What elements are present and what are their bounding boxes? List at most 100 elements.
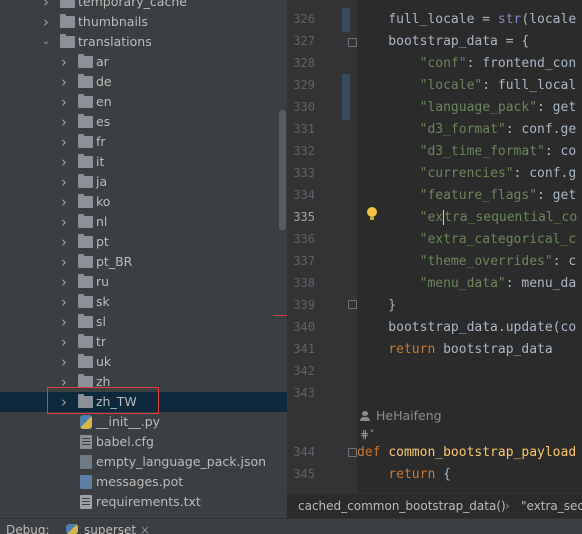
text-file-icon [80, 495, 92, 509]
line-number: 329 [293, 78, 315, 92]
folder-icon [78, 274, 93, 288]
folder-icon [78, 354, 93, 368]
user-icon [360, 411, 370, 421]
tree-folder-sl[interactable]: › sl [0, 312, 287, 332]
selection-annotation-box [47, 387, 159, 414]
tree-item-label: en [96, 94, 112, 109]
tree-folder-de[interactable]: › de [0, 72, 287, 92]
author-name: HeHaifeng [376, 408, 442, 423]
fold-collapse-icon[interactable] [348, 448, 357, 457]
chevron-down-icon[interactable]: ⌄ [40, 32, 52, 52]
chevron-right-icon[interactable]: › [58, 92, 70, 112]
chevron-right-icon[interactable]: › [58, 292, 70, 312]
tree-folder-uk[interactable]: › uk [0, 352, 287, 372]
tree-folder-pt-br[interactable]: › pt_BR [0, 252, 287, 272]
tree-item-label: __init__.py [96, 414, 161, 429]
fold-collapse-icon[interactable] [348, 300, 357, 309]
chevron-right-icon[interactable]: › [58, 312, 70, 332]
tree-file[interactable]: __init__.py [0, 412, 287, 432]
line-number: 330 [293, 100, 315, 114]
chevron-right-icon[interactable]: › [58, 352, 70, 372]
tree-item-label: fr [96, 134, 106, 149]
tree-folder-it[interactable]: › it [0, 152, 287, 172]
project-tree-scrollbar[interactable] [279, 110, 286, 230]
tree-folder-nl[interactable]: › nl [0, 212, 287, 232]
tree-item-label: thumbnails [78, 14, 148, 29]
tree-folder-fr[interactable]: › fr [0, 132, 287, 152]
line-number: 334 [293, 188, 315, 202]
code-line: full_locale = str(locale [357, 12, 577, 27]
tree-folder-thumbnails[interactable]: › thumbnails [0, 12, 287, 32]
tree-item-label: ar [96, 54, 109, 69]
tree-item-label: ru [96, 274, 110, 289]
tree-folder-translations[interactable]: ⌄ translations [0, 32, 287, 52]
fold-collapse-icon[interactable] [348, 38, 357, 47]
chevron-right-icon[interactable]: › [58, 212, 70, 232]
tree-file[interactable]: empty_language_pack.json [0, 452, 287, 472]
code-line: "menu_data": menu_da [419, 276, 577, 291]
chevron-right-icon[interactable]: › [58, 192, 70, 212]
chevron-right-icon[interactable]: › [58, 172, 70, 192]
tree-folder-pt[interactable]: › pt [0, 232, 287, 252]
usages-icon[interactable]: ⋕˅ [360, 428, 376, 442]
folder-icon [78, 334, 93, 348]
folder-icon [78, 134, 93, 148]
chevron-right-icon[interactable]: › [58, 232, 70, 252]
tree-item-label: babel.cfg [96, 434, 154, 449]
tree-folder-es[interactable]: › es [0, 112, 287, 132]
tree-item-label: nl [96, 214, 108, 229]
tree-item-label: translations [78, 34, 152, 49]
tree-item-label: sk [96, 294, 110, 309]
chevron-right-icon[interactable]: › [58, 52, 70, 72]
chevron-right-icon[interactable]: › [58, 72, 70, 92]
chevron-right-icon[interactable]: › [40, 12, 52, 32]
tree-folder-sk[interactable]: › sk [0, 292, 287, 312]
tree-folder-ar[interactable]: › ar [0, 52, 287, 72]
code-line: "locale": full_local [419, 78, 577, 93]
code-line: } [357, 298, 397, 313]
tree-file[interactable]: babel.cfg [0, 432, 287, 452]
code-line: return bootstrap_data [388, 342, 553, 357]
chevron-right-icon[interactable]: › [40, 0, 52, 12]
line-number: 339 [293, 298, 315, 312]
breadcrumb-item-key[interactable]: "extra_seq [521, 494, 582, 518]
line-number: 336 [293, 232, 315, 246]
folder-icon [60, 0, 75, 8]
breadcrumb: cached_common_bootstrap_data() › "extra_… [287, 493, 582, 519]
code-line: "d3_time_format": co [419, 144, 577, 159]
chevron-right-icon[interactable]: › [58, 332, 70, 352]
chevron-right-icon[interactable]: › [58, 272, 70, 292]
line-number: 326 [293, 12, 315, 26]
tree-folder-tr[interactable]: › tr [0, 332, 287, 352]
pot-file-icon [80, 475, 92, 489]
folder-icon [78, 54, 93, 68]
chevron-right-icon[interactable]: › [58, 252, 70, 272]
folder-icon [78, 234, 93, 248]
tree-file[interactable]: requirements.txt [0, 492, 287, 512]
chevron-right-icon[interactable]: › [58, 112, 70, 132]
code-line: def common_bootstrap_payload [357, 445, 577, 460]
code-line: "language_pack": get [419, 100, 577, 115]
tree-file[interactable]: messages.pot [0, 472, 287, 492]
tree-item-label: de [96, 74, 112, 89]
line-number: 345 [293, 467, 315, 481]
folder-icon [78, 254, 93, 268]
tree-item-label: tr [96, 334, 107, 349]
tree-folder-ru[interactable]: › ru [0, 272, 287, 292]
chevron-right-icon[interactable]: › [58, 152, 70, 172]
tree-folder-ja[interactable]: › ja [0, 172, 287, 192]
chevron-right-icon[interactable]: › [58, 132, 70, 152]
tree-folder-en[interactable]: › en [0, 92, 287, 112]
tree-folder-temporary-cache[interactable]: › temporary_cache [0, 0, 287, 12]
tree-folder-ko[interactable]: › ko [0, 192, 287, 212]
folder-icon [78, 294, 93, 308]
tree-item-label: pt [96, 234, 109, 249]
breadcrumb-item-function[interactable]: cached_common_bootstrap_data() [298, 494, 506, 518]
close-icon[interactable]: × [140, 519, 150, 534]
line-number: 331 [293, 122, 315, 136]
debug-config-tab[interactable]: superset [84, 519, 136, 534]
line-number: 327 [293, 34, 315, 48]
tree-item-label: temporary_cache [78, 0, 187, 9]
json-file-icon [80, 455, 92, 469]
folder-icon [78, 94, 93, 108]
